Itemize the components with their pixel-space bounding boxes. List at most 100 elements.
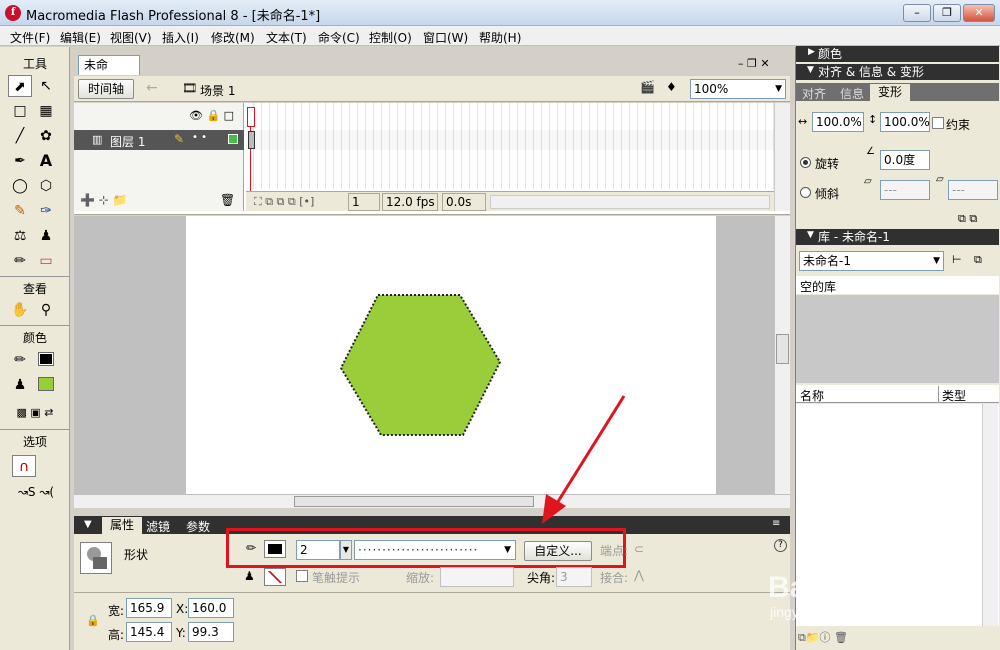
back-arrow-icon[interactable]: ←: [146, 80, 158, 96]
stroke-color-swatch[interactable]: [34, 349, 58, 371]
layer-frames[interactable]: [246, 130, 774, 150]
stroke-color-picker[interactable]: [264, 540, 286, 558]
layer-outline-color[interactable]: [228, 134, 238, 144]
timeline-vscroll[interactable]: [774, 103, 790, 211]
oval-tool-icon[interactable]: ◯: [8, 175, 32, 197]
tab-info[interactable]: 信息: [840, 85, 864, 102]
hscroll-thumb[interactable]: [294, 496, 534, 507]
polystar-tool-icon[interactable]: ⬡: [34, 175, 58, 197]
miter-input[interactable]: 3: [556, 567, 592, 587]
restore-button[interactable]: ❐: [933, 4, 961, 22]
stroke-hint-checkbox[interactable]: [296, 570, 308, 582]
onion-skin-icons[interactable]: ⛶ ⧉ ⧉ ⧉ [•]: [254, 195, 314, 209]
library-action-icons[interactable]: ⧉📁ⓘ 🗑: [798, 629, 848, 645]
hexagon-fill[interactable]: [339, 294, 502, 436]
layer-name[interactable]: 图层 1: [110, 133, 145, 150]
keyframe-1[interactable]: [248, 131, 255, 149]
tab-filters[interactable]: 滤镜: [146, 518, 170, 535]
skew-v-input[interactable]: ---: [948, 180, 998, 200]
doc-window-controls[interactable]: – ❐ ✕: [738, 57, 770, 70]
delete-layer-icon[interactable]: 🗑: [220, 193, 235, 207]
menu-help[interactable]: 帮助(H): [479, 29, 521, 46]
join-icon[interactable]: ⋀: [634, 568, 644, 582]
menu-view[interactable]: 视图(V): [110, 29, 152, 46]
text-tool-icon[interactable]: A: [34, 150, 58, 172]
help-icon[interactable]: ?: [774, 539, 787, 552]
document-tab[interactable]: 未命名-1*×: [78, 55, 140, 90]
menu-modify[interactable]: 修改(M): [211, 29, 255, 46]
insert-layer-icons[interactable]: ➕ ⊹ 📁: [80, 193, 128, 207]
timeline-hscroll[interactable]: [490, 195, 770, 209]
new-library-icon[interactable]: ⧉: [974, 253, 982, 267]
stroke-style-select[interactable]: ························· ▼: [354, 540, 516, 560]
layer-visibility-icons[interactable]: 👁 🔒 □: [189, 109, 234, 122]
lasso-tool-icon[interactable]: ✿: [34, 125, 58, 147]
gradient-transform-tool-icon[interactable]: ▦: [34, 100, 58, 122]
cap-icon[interactable]: ⊂: [634, 542, 644, 556]
scale-select[interactable]: [440, 567, 514, 587]
menu-text[interactable]: 文本(T): [266, 29, 307, 46]
edit-scene-icon[interactable]: 🎬: [640, 80, 655, 94]
menu-insert[interactable]: 插入(I): [162, 29, 199, 46]
fill-color-picker[interactable]: [264, 568, 286, 586]
scale-width-input[interactable]: 100.0%: [812, 112, 864, 132]
subselection-tool-icon[interactable]: ↖: [34, 75, 58, 97]
x-input[interactable]: 160.0: [188, 598, 234, 618]
tab-align[interactable]: 对齐: [802, 85, 826, 102]
scale-height-input[interactable]: 100.0%: [880, 112, 930, 132]
menu-window[interactable]: 窗口(W): [423, 29, 468, 46]
hand-tool-icon[interactable]: ✋: [8, 299, 32, 321]
y-input[interactable]: 99.3: [188, 622, 234, 642]
menu-file[interactable]: 文件(F): [10, 29, 50, 46]
constrain-checkbox[interactable]: [932, 117, 944, 129]
tab-transform[interactable]: 变形: [870, 84, 910, 101]
panel-options-icon[interactable]: ≡: [772, 518, 780, 529]
snap-magnet-icon[interactable]: ∩: [12, 455, 36, 477]
stage-hscroll[interactable]: [74, 494, 790, 508]
custom-stroke-button[interactable]: 自定义...: [524, 541, 592, 561]
width-input[interactable]: 165.9: [126, 598, 172, 618]
eyedropper-tool-icon[interactable]: ✏: [8, 250, 32, 272]
close-button[interactable]: ✕: [963, 4, 995, 22]
column-type[interactable]: 类型: [942, 387, 966, 404]
lock-icon[interactable]: 🔒: [86, 614, 100, 627]
copy-transform-icons[interactable]: ⧉ ⧉: [958, 212, 977, 226]
paint-bucket-tool-icon[interactable]: ♟: [34, 225, 58, 247]
playhead[interactable]: [247, 107, 255, 127]
minimize-button[interactable]: –: [903, 4, 931, 22]
stage-vscroll[interactable]: [774, 216, 790, 494]
rotate-input[interactable]: 0.0度: [880, 150, 930, 170]
smooth-straighten-icon[interactable]: ↝S ↝(: [10, 481, 62, 503]
ink-bottle-tool-icon[interactable]: ⚖: [8, 225, 32, 247]
column-name[interactable]: 名称: [800, 387, 824, 404]
zoom-select[interactable]: 100% ▼: [690, 79, 786, 99]
menu-edit[interactable]: 编辑(E): [60, 29, 101, 46]
selection-tool-icon[interactable]: ⬈: [8, 75, 32, 97]
menu-control[interactable]: 控制(O): [369, 29, 412, 46]
eraser-tool-icon[interactable]: ▭: [34, 250, 58, 272]
stroke-weight-input[interactable]: 2: [296, 540, 340, 560]
align-panel-header[interactable]: 对齐 & 信息 & 变形: [796, 64, 999, 80]
vscroll-thumb[interactable]: [776, 334, 789, 364]
library-panel-header[interactable]: 库 - 未命名-1: [796, 229, 999, 245]
fill-color-swatch[interactable]: [34, 374, 58, 396]
swap-default-colors-icon[interactable]: ▩ ▣ ⇄: [2, 402, 68, 424]
collapse-triangle-icon[interactable]: ▼: [84, 519, 92, 530]
timeline-toggle-button[interactable]: 时间轴: [78, 79, 134, 99]
hexagon-shape[interactable]: [335, 290, 505, 440]
zoom-tool-icon[interactable]: ⚲: [34, 299, 58, 321]
rotate-radio[interactable]: [800, 157, 811, 168]
edit-symbols-icon[interactable]: ♦: [666, 80, 677, 94]
tab-parameters[interactable]: 参数: [186, 518, 210, 535]
free-transform-tool-icon[interactable]: □: [8, 100, 32, 122]
brush-tool-icon[interactable]: ✑: [34, 200, 58, 222]
skew-h-input[interactable]: ---: [880, 180, 930, 200]
skew-radio[interactable]: [800, 187, 811, 198]
line-tool-icon[interactable]: ╱: [8, 125, 32, 147]
color-panel-header[interactable]: 颜色: [796, 46, 999, 62]
library-select[interactable]: 未命名-1 ▼: [799, 251, 944, 271]
pen-tool-icon[interactable]: ✒: [8, 150, 32, 172]
menu-commands[interactable]: 命令(C): [318, 29, 360, 46]
stroke-weight-dropdown-icon[interactable]: ▼: [340, 540, 352, 560]
pencil-tool-icon[interactable]: ✎: [8, 200, 32, 222]
